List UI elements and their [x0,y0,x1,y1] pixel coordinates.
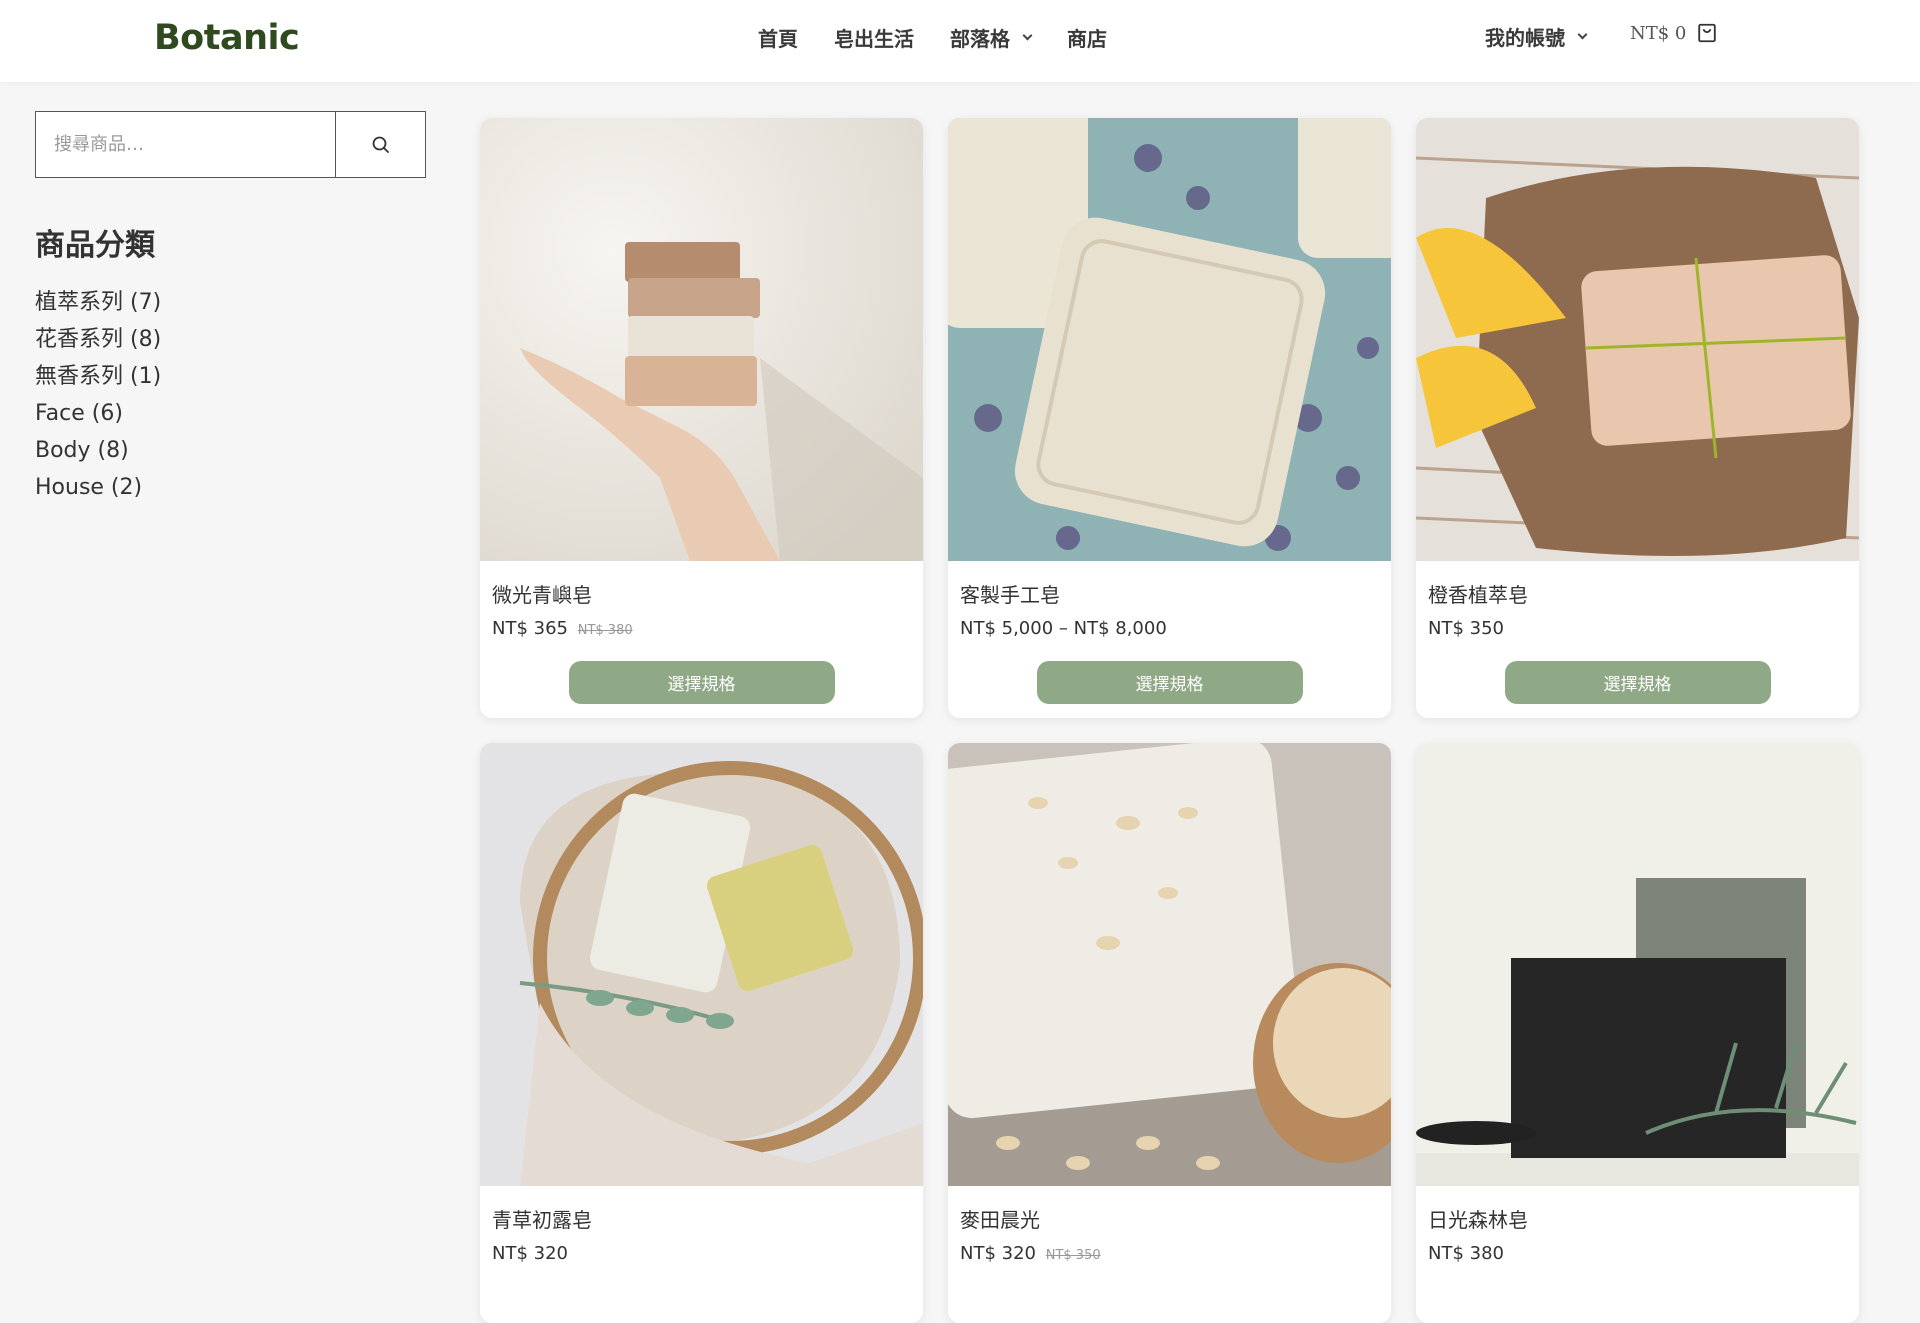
category-list: 植萃系列 (7) 花香系列 (8) 無香系列 (1) Face (6) Body… [35,284,161,506]
category-item[interactable]: 花香系列 (8) [35,321,161,358]
product-image[interactable] [948,118,1391,561]
product-name[interactable]: 微光青嶼皂 [492,579,911,608]
product-card[interactable]: 麥田晨光 NT$ 320 NT$ 350 [948,743,1391,1323]
product-price: NT$ 320 NT$ 350 [960,1243,1379,1264]
product-name[interactable]: 橙香植萃皂 [1428,579,1847,608]
nav-shop-label: 商店 [1067,26,1107,51]
original-price: NT$ 350 [1045,1248,1101,1263]
main-nav: 首頁 皂出生活 部落格 商店 [758,22,1107,52]
select-options-button[interactable]: 選擇規格 [1504,661,1771,704]
product-name[interactable]: 日光森林皂 [1428,1204,1847,1233]
product-search [35,111,426,178]
product-card[interactable]: 青草初露皂 NT$ 320 [480,743,923,1323]
product-grid: 微光青嶼皂 NT$ 365 NT$ 380 選擇規格 客製手工皂 NT$ 5,0… [480,118,1859,1323]
search-input[interactable] [36,112,335,177]
select-options-button[interactable]: 選擇規格 [568,661,835,704]
current-price: NT$ 350 [1428,618,1504,639]
chevron-down-icon [1577,29,1588,40]
product-card[interactable]: 日光森林皂 NT$ 380 [1416,743,1859,1323]
nav-shop[interactable]: 商店 [1067,23,1107,52]
categories-title: 商品分類 [35,228,155,263]
nav-blog-label: 部落格 [950,26,1010,51]
category-item[interactable]: 植萃系列 (7) [35,284,161,321]
shopping-bag-icon [1698,23,1717,43]
category-item[interactable]: Face (6) [35,395,161,432]
account-menu[interactable]: 我的帳號 [1485,22,1588,51]
site-header: Botanic 首頁 皂出生活 部落格 商店 我的帳號 NT$ 0 [0,0,1920,82]
nav-soap-life-label: 皂出生活 [834,26,914,51]
product-image[interactable] [1416,743,1859,1186]
product-name[interactable]: 麥田晨光 [960,1204,1379,1233]
current-price: NT$ 320 [960,1243,1036,1264]
product-price: NT$ 350 [1428,618,1847,639]
current-price: NT$ 5,000 – NT$ 8,000 [960,618,1167,639]
category-item[interactable]: 無香系列 (1) [35,358,161,395]
account-label: 我的帳號 [1485,26,1565,50]
category-item[interactable]: Body (8) [35,432,161,469]
product-card[interactable]: 客製手工皂 NT$ 5,000 – NT$ 8,000 選擇規格 [948,118,1391,718]
product-price: NT$ 365 NT$ 380 [492,618,911,639]
category-item[interactable]: House (2) [35,469,161,506]
product-price: NT$ 5,000 – NT$ 8,000 [960,618,1379,639]
search-icon [372,136,389,153]
product-card[interactable]: 微光青嶼皂 NT$ 365 NT$ 380 選擇規格 [480,118,923,718]
product-price: NT$ 320 [492,1243,911,1264]
product-image[interactable] [480,743,923,1186]
current-price: NT$ 365 [492,618,568,639]
product-name[interactable]: 客製手工皂 [960,579,1379,608]
cart-total: NT$ 0 [1630,22,1687,44]
product-image[interactable] [948,743,1391,1186]
chevron-down-icon [1022,30,1033,40]
product-card[interactable]: 橙香植萃皂 NT$ 350 選擇規格 [1416,118,1859,718]
current-price: NT$ 320 [492,1243,568,1264]
nav-blog[interactable]: 部落格 [950,23,1033,52]
site-logo[interactable]: Botanic [154,18,300,58]
product-image[interactable] [480,118,923,561]
select-options-button[interactable]: 選擇規格 [1036,661,1303,704]
product-price: NT$ 380 [1428,1243,1847,1264]
nav-home-label: 首頁 [758,26,798,51]
search-button[interactable] [335,112,425,177]
nav-home[interactable]: 首頁 [758,23,798,52]
current-price: NT$ 380 [1428,1243,1504,1264]
nav-soap-life[interactable]: 皂出生活 [834,23,914,52]
cart-button[interactable]: NT$ 0 [1630,22,1718,44]
product-name[interactable]: 青草初露皂 [492,1204,911,1233]
product-image[interactable] [1416,118,1859,561]
original-price: NT$ 380 [577,623,633,638]
